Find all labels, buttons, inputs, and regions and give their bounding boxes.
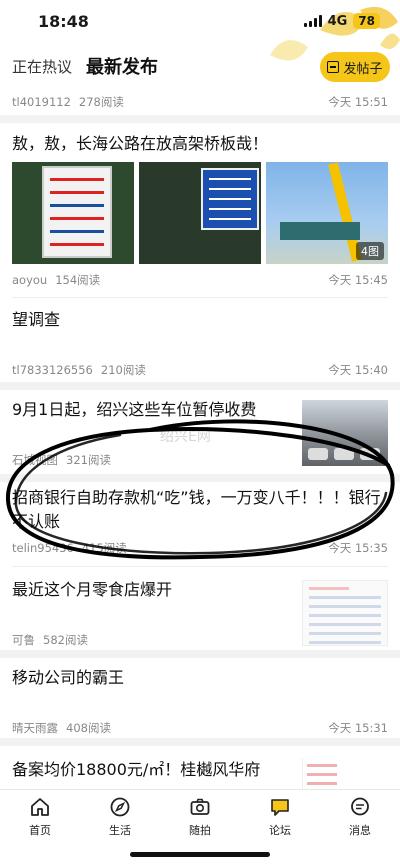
- post-time: 今天 15:35: [328, 541, 388, 555]
- status-time: 18:48: [38, 12, 89, 31]
- status-indicators: 4G 78: [303, 13, 380, 29]
- post-reads: 154阅读: [55, 273, 101, 287]
- post-meta: tl7833126556 210阅读 今天 15:40: [0, 362, 400, 378]
- post-thumbnail[interactable]: [302, 400, 388, 466]
- post-reads: 321阅读: [66, 453, 111, 467]
- new-post-label: 发帖子: [343, 61, 383, 77]
- site-watermark: 绍兴E网: [160, 429, 211, 445]
- post-title: 备案均价18800元/㎡！桂樾风华府: [12, 760, 261, 779]
- post-meta: tl4019112 278阅读 今天 15:51: [0, 94, 400, 110]
- tab-label: 消息: [349, 824, 371, 837]
- post-author: tl4019112: [12, 95, 71, 109]
- tab-home[interactable]: 首页: [10, 796, 70, 838]
- list-item[interactable]: 最近这个月零食店爆开 可鲁 582阅读: [0, 578, 400, 648]
- edit-icon: [327, 61, 340, 73]
- post-thumbnail[interactable]: [302, 758, 388, 789]
- tab-label: 首页: [29, 824, 51, 837]
- divider: [12, 566, 388, 567]
- post-photo[interactable]: [12, 162, 134, 264]
- post-reads: 582阅读: [43, 633, 88, 647]
- post-author: telin95436: [12, 541, 74, 555]
- post-author: tl7833126556: [12, 363, 93, 377]
- post-title: 招商银行自助存款机“吃”钱，一万变八千！！！银行不认账: [12, 488, 381, 531]
- post-meta: 晴天雨露 408阅读 今天 15:31: [0, 720, 400, 736]
- home-icon: [31, 798, 49, 816]
- post-author: 石城视图: [12, 453, 58, 467]
- post-meta: telin95436 415阅读 今天 15:35: [0, 540, 400, 556]
- divider: [0, 738, 400, 746]
- post-reads: 210阅读: [100, 363, 146, 377]
- divider: [0, 474, 400, 482]
- post-time: 今天 15:31: [328, 721, 388, 735]
- list-item[interactable]: 招商银行自助存款机“吃”钱，一万变八千！！！银行不认账 telin95436 41…: [0, 486, 400, 556]
- image-count-badge: 4图: [356, 242, 384, 260]
- list-item[interactable]: 敖，敖，长海公路在放高架桥板哉！ 4图 aoyou 154阅读 今天 15:45: [0, 132, 400, 288]
- post-thumbnail[interactable]: [302, 580, 388, 646]
- new-post-button[interactable]: 发帖子: [320, 52, 390, 82]
- list-item[interactable]: 移动公司的霸王 晴天雨露 408阅读 今天 15:31: [0, 666, 400, 736]
- tab-forum[interactable]: 论坛: [250, 796, 310, 838]
- divider: [12, 297, 388, 298]
- post-photo[interactable]: [139, 162, 261, 264]
- list-item[interactable]: 望调查 tl7833126556 210阅读 今天 15:40: [0, 308, 400, 378]
- post-time: 今天 15:40: [328, 363, 388, 377]
- feed-header: 正在热议 最新发布 发帖子: [0, 44, 400, 90]
- message-icon: [351, 797, 369, 816]
- chat-bubble-icon: [271, 799, 289, 816]
- list-item[interactable]: 备案均价18800元/㎡！桂樾风华府: [0, 758, 400, 789]
- post-meta: 石城视图 321阅读: [0, 452, 290, 468]
- post-time: 今天 15:51: [328, 95, 388, 109]
- post-title: 敖，敖，长海公路在放高架桥板哉！: [12, 134, 269, 153]
- post-reads: 278阅读: [78, 95, 124, 109]
- post-author: 可鲁: [12, 633, 35, 647]
- battery-icon: 78: [353, 13, 380, 29]
- home-indicator: [130, 852, 270, 857]
- tab-messages[interactable]: 消息: [330, 796, 390, 838]
- post-photos: 4图: [0, 162, 400, 264]
- post-title: 最近这个月零食店爆开: [12, 580, 173, 599]
- tab-snapshot[interactable]: 随拍: [170, 796, 230, 838]
- camera-icon: [190, 798, 210, 815]
- post-time: 今天 15:45: [328, 273, 388, 287]
- post-photo[interactable]: 4图: [266, 162, 388, 264]
- post-author: aoyou: [12, 273, 48, 287]
- post-meta: aoyou 154阅读 今天 15:45: [0, 272, 400, 288]
- tab-trending[interactable]: 正在热议: [12, 56, 72, 77]
- tab-label: 随拍: [189, 824, 211, 837]
- network-label: 4G: [327, 13, 348, 29]
- signal-icon: [303, 15, 322, 27]
- divider: [0, 382, 400, 390]
- tab-latest-label: 最新发布: [86, 57, 158, 78]
- divider: [0, 115, 400, 123]
- tab-life[interactable]: 生活: [90, 796, 150, 838]
- post-author: 晴天雨露: [12, 721, 58, 735]
- divider: [0, 650, 400, 658]
- post-title: 望调查: [12, 310, 61, 329]
- tab-latest[interactable]: 最新发布: [86, 53, 158, 79]
- list-item[interactable]: tl4019112 278阅读 今天 15:51: [0, 94, 400, 110]
- status-bar: 18:48 4G 78: [0, 0, 400, 61]
- post-reads: 415阅读: [81, 541, 127, 555]
- tab-label: 生活: [109, 824, 131, 837]
- tab-label: 论坛: [269, 824, 291, 837]
- post-title: 9月1日起，绍兴这些车位暂停收费: [12, 400, 257, 419]
- post-reads: 408阅读: [66, 721, 111, 735]
- post-meta: 可鲁 582阅读: [0, 632, 290, 648]
- compass-icon: [110, 797, 130, 817]
- post-title: 移动公司的霸王: [12, 668, 125, 687]
